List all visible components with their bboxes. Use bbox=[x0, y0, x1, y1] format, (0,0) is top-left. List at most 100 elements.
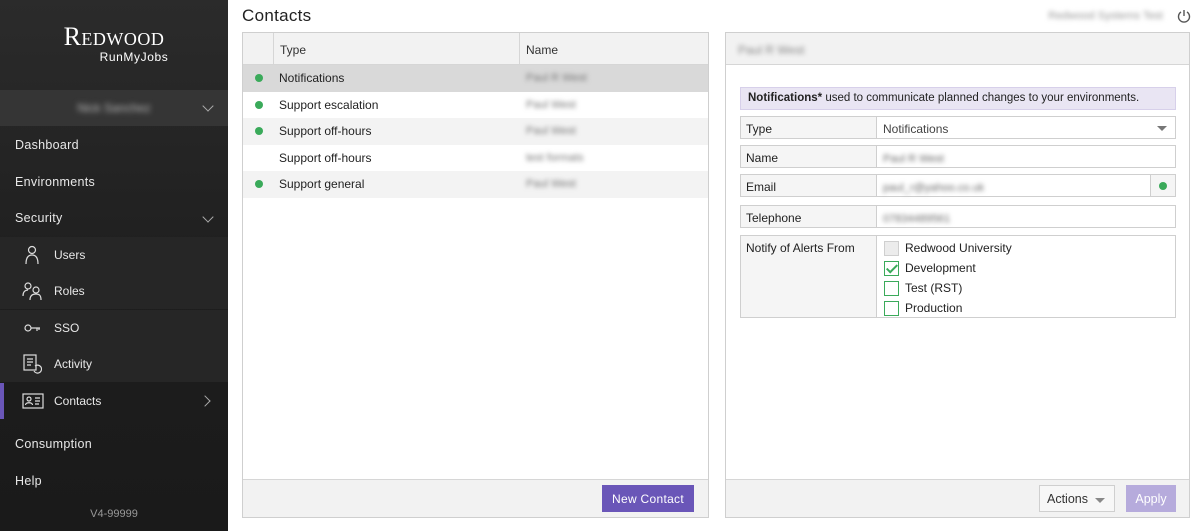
row-type: Support off-hours bbox=[279, 124, 372, 139]
sidebar: Redwood RunMyJobs Nick Sanchez Dashboard… bbox=[0, 0, 228, 531]
sidebar-item-label: Contacts bbox=[54, 394, 102, 408]
email-field-row: Email paul_r@yahoo.co.uk bbox=[740, 174, 1176, 197]
name-input[interactable]: Paul R West bbox=[877, 146, 1175, 167]
nav-security-label: Security bbox=[15, 211, 63, 225]
sidebar-item-label: Activity bbox=[54, 357, 93, 371]
user-name: Nick Sanchez bbox=[77, 101, 151, 115]
nav-dashboard-label: Dashboard bbox=[15, 138, 79, 152]
status-dot-icon bbox=[254, 74, 263, 83]
status-dot-icon bbox=[254, 100, 263, 109]
table-row[interactable]: Support off-hours Paul West bbox=[243, 118, 708, 145]
status-dot-icon bbox=[254, 127, 263, 136]
brand-logo[interactable]: Redwood RunMyJobs bbox=[0, 22, 228, 82]
email-label: Email bbox=[741, 175, 877, 196]
sidebar-item-label: Roles bbox=[54, 284, 85, 298]
name-field-row: Name Paul R West bbox=[740, 145, 1176, 168]
actions-button-label: Actions bbox=[1047, 492, 1088, 506]
checkbox-label: Development bbox=[905, 261, 976, 275]
detail-title: Paul R West bbox=[738, 43, 805, 57]
name-column-header[interactable]: Name bbox=[520, 33, 708, 64]
chevron-down-icon bbox=[202, 211, 214, 223]
email-input[interactable]: paul_r@yahoo.co.uk bbox=[877, 175, 1150, 196]
notify-label: Notify of Alerts From bbox=[741, 236, 877, 317]
sidebar-item-label: Users bbox=[54, 248, 86, 262]
table-row[interactable]: Support escalation Paul West bbox=[243, 92, 708, 119]
row-name: Paul West bbox=[526, 98, 576, 111]
nav-security[interactable]: Security bbox=[0, 200, 228, 236]
table-row[interactable]: Support off-hours test formats bbox=[243, 145, 708, 172]
apply-button[interactable]: Apply bbox=[1126, 485, 1176, 512]
chevron-right-icon bbox=[199, 395, 211, 407]
telephone-input-value: 07834489561 bbox=[883, 213, 951, 225]
user-menu[interactable]: Nick Sanchez bbox=[0, 90, 228, 126]
type-column-header[interactable]: Type bbox=[274, 33, 520, 64]
sidebar-item-sso[interactable]: SSO bbox=[0, 310, 228, 346]
actions-button[interactable]: Actions bbox=[1039, 485, 1115, 512]
contact-card-icon bbox=[22, 391, 44, 411]
telephone-field-row: Telephone 07834489561 bbox=[740, 205, 1176, 228]
dropdown-arrow-icon bbox=[1095, 498, 1105, 503]
roles-icon bbox=[22, 281, 42, 301]
sidebar-item-users[interactable]: Users bbox=[0, 237, 228, 273]
type-select-value: Notifications bbox=[883, 122, 949, 136]
row-name: Paul R West bbox=[526, 72, 587, 85]
type-select[interactable]: Notifications bbox=[877, 117, 1175, 138]
row-type: Support general bbox=[279, 177, 365, 192]
alert-source-list: Redwood University Development Test (RST… bbox=[877, 236, 1175, 317]
nav-consumption[interactable]: Consumption bbox=[0, 426, 228, 462]
checkbox-redwood-university bbox=[884, 240, 899, 256]
version-label: V4-99999 bbox=[90, 508, 138, 520]
row-type: Support off-hours bbox=[279, 150, 372, 165]
telephone-label: Telephone bbox=[741, 206, 877, 227]
detail-header: Paul R West bbox=[726, 33, 1189, 65]
nav-dashboard[interactable]: Dashboard bbox=[0, 127, 228, 163]
row-name: test formats bbox=[526, 151, 584, 164]
key-icon bbox=[22, 318, 42, 338]
name-label: Name bbox=[741, 146, 877, 167]
name-input-value: Paul R West bbox=[883, 153, 944, 165]
sidebar-item-activity[interactable]: Activity bbox=[0, 346, 228, 382]
table-row[interactable]: Support general Paul West bbox=[243, 171, 708, 198]
email-status bbox=[1150, 175, 1175, 196]
info-banner-text: used to communicate planned changes to y… bbox=[822, 92, 1140, 104]
row-name: Paul West bbox=[526, 125, 576, 138]
checkbox-development[interactable] bbox=[884, 260, 899, 276]
type-field-row: Type Notifications bbox=[740, 116, 1176, 139]
power-icon[interactable] bbox=[1177, 9, 1191, 23]
activity-icon bbox=[22, 354, 43, 374]
info-banner-bold: Notifications* bbox=[748, 92, 823, 104]
row-type: Notifications bbox=[279, 71, 345, 86]
status-dot-icon bbox=[1159, 181, 1167, 190]
row-name: Paul West bbox=[526, 178, 576, 191]
row-type: Support escalation bbox=[279, 97, 379, 112]
alert-source-item: Development bbox=[884, 258, 1175, 278]
contact-detail-panel: Paul R West Notifications* used to commu… bbox=[725, 32, 1190, 518]
table-row[interactable]: Notifications Paul R West bbox=[243, 65, 708, 92]
brand-product: RunMyJobs bbox=[99, 50, 169, 64]
checkbox-production[interactable] bbox=[884, 300, 899, 316]
sidebar-item-roles[interactable]: Roles bbox=[0, 273, 228, 309]
dropdown-arrow-icon bbox=[1157, 126, 1167, 131]
telephone-input[interactable]: 07834489561 bbox=[877, 206, 1175, 227]
checkbox-label: Redwood University bbox=[905, 241, 1012, 255]
sidebar-item-contacts[interactable]: Contacts bbox=[0, 383, 228, 419]
checkbox-label: Production bbox=[905, 301, 963, 315]
page-title: Contacts bbox=[242, 6, 312, 25]
nav-help[interactable]: Help bbox=[0, 463, 228, 499]
new-contact-button[interactable]: New Contact bbox=[602, 485, 694, 512]
type-label: Type bbox=[741, 117, 877, 138]
nav-environments-label: Environments bbox=[15, 175, 96, 189]
detail-footer: Actions Apply bbox=[726, 479, 1189, 517]
sidebar-item-label: SSO bbox=[54, 321, 80, 335]
checkbox-test-rst[interactable] bbox=[884, 280, 899, 296]
status-column-header bbox=[243, 33, 274, 64]
nav-environments[interactable]: Environments bbox=[0, 164, 228, 200]
list-footer: New Contact bbox=[243, 479, 708, 517]
contacts-list-panel: Type Name Notifications Paul R West Supp… bbox=[242, 32, 709, 518]
tenant-name: Redwood Systems Test bbox=[1048, 10, 1163, 22]
alert-source-item: Redwood University bbox=[884, 238, 1175, 258]
nav-consumption-label: Consumption bbox=[15, 437, 92, 451]
checkbox-label: Test (RST) bbox=[905, 281, 963, 295]
status-dot-icon bbox=[254, 180, 263, 189]
info-banner: Notifications* used to communicate plann… bbox=[740, 87, 1176, 110]
